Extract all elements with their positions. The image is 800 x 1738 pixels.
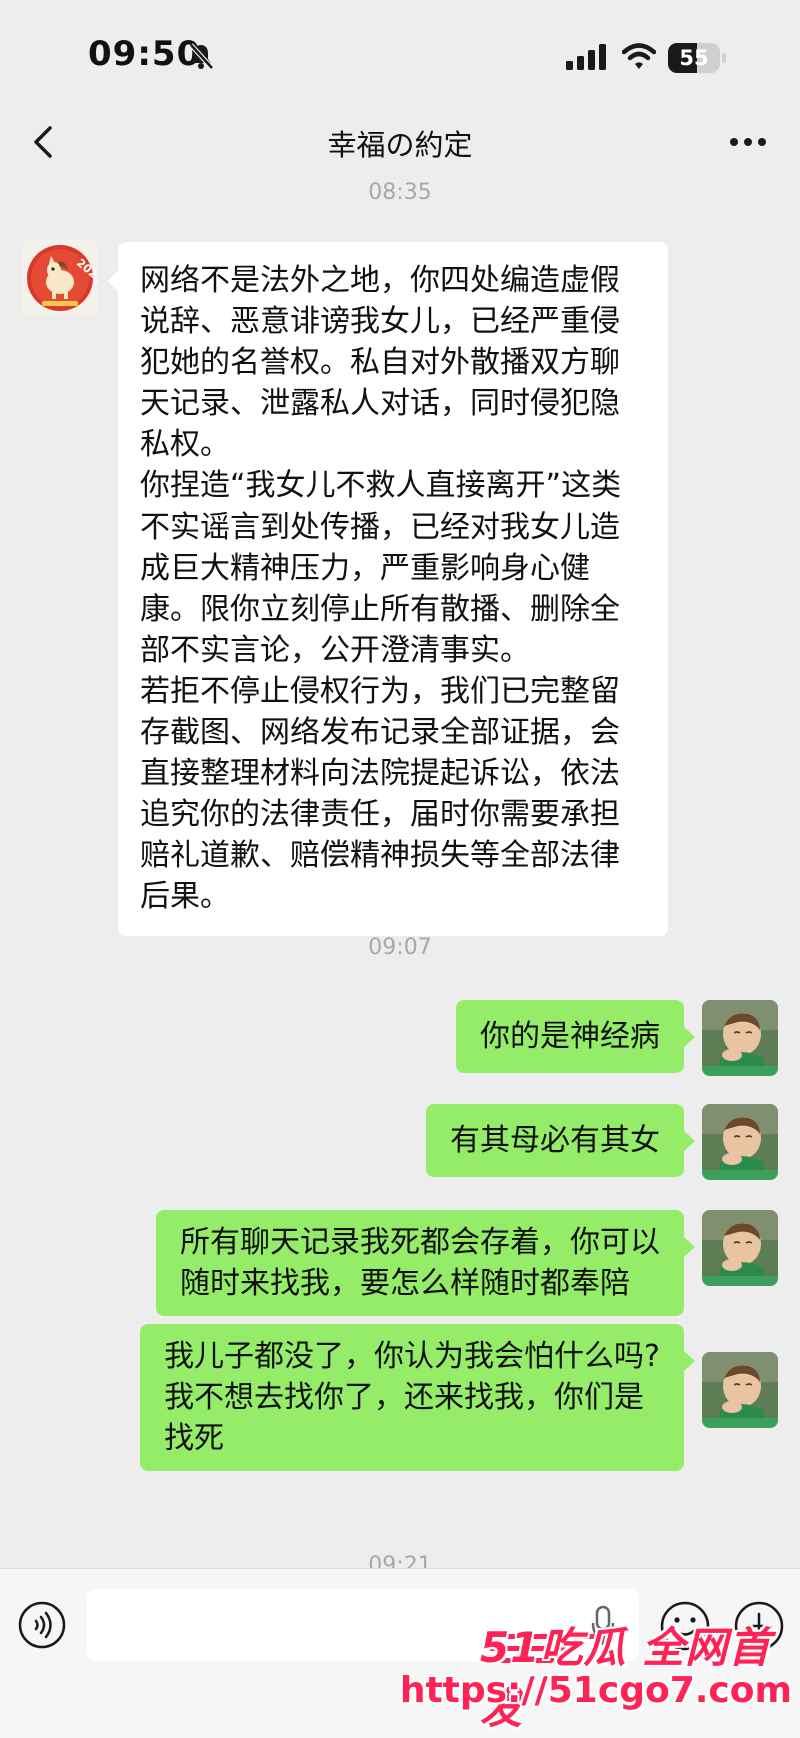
bell-muted-icon (189, 43, 214, 70)
contact-avatar[interactable]: 2025 (22, 240, 98, 316)
self-avatar[interactable] (702, 1104, 778, 1180)
watermark: 51吃瓜 全网首发 https://51cgo7.com (400, 1604, 800, 1738)
outgoing-message-bubble[interactable]: 我儿子都没了，你认为我会怕什么吗? 我不想去找你了，还来找我，你们是 找死 (140, 1324, 695, 1472)
voice-input-icon[interactable] (17, 1600, 67, 1650)
baby-photo-avatar-icon (702, 1352, 778, 1428)
chat-title: 幸福の約定 (327, 128, 473, 162)
battery-level-text: 55 (679, 46, 709, 70)
outgoing-message-bubble[interactable]: 有其母必有其女 (426, 1104, 695, 1178)
watermark-url: https://51cgo7.com (399, 1670, 792, 1711)
status-time: 09:50 (88, 34, 202, 74)
outgoing-message-bubble[interactable]: 你的是神经病 (456, 1000, 695, 1074)
chat-header: 幸福の約定 (0, 100, 800, 184)
self-avatar[interactable] (702, 1210, 778, 1286)
battery-indicator: 55 (668, 43, 726, 73)
cellular-signal-icon (566, 44, 606, 70)
message-timestamp: 08:35 (368, 180, 432, 205)
self-avatar[interactable] (702, 1000, 778, 1076)
incoming-message-bubble[interactable]: 网络不是法外之地，你四处编造虚假说辞、恶意诽谤我女儿，已经严重侵犯她的名誉权。私… (107, 242, 668, 936)
baby-photo-avatar-icon (702, 1210, 778, 1286)
outgoing-message-bubble[interactable]: 所有聊天记录我死都会存着，你可以 随时来找我，要怎么样随时都奉陪 (156, 1210, 695, 1317)
more-options-icon[interactable] (728, 136, 768, 148)
baby-photo-avatar-icon (702, 1000, 778, 1076)
baby-photo-avatar-icon (702, 1104, 778, 1180)
wifi-icon (622, 43, 656, 69)
self-avatar[interactable] (702, 1352, 778, 1428)
message-timestamp: 09:07 (368, 935, 432, 960)
zodiac-horse-avatar-icon: 2025 (22, 240, 98, 316)
